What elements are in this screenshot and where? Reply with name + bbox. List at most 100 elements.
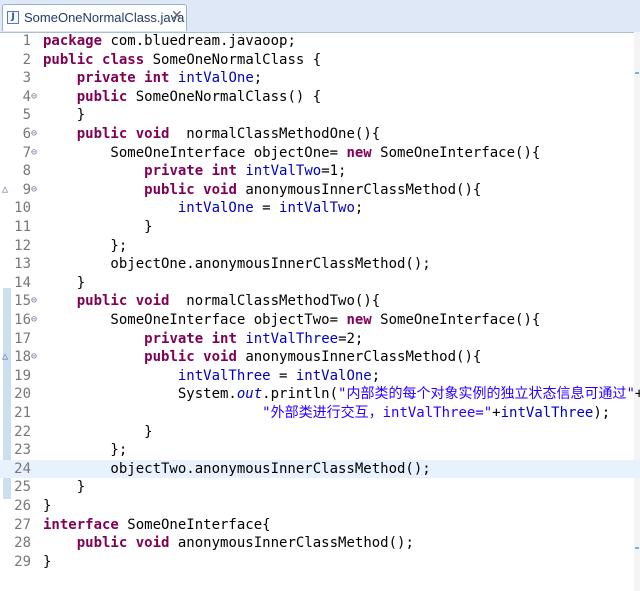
code-line[interactable]: 1 package com.bluedream.javaoop; xyxy=(0,32,640,51)
close-icon[interactable]: ✕ xyxy=(171,8,183,24)
code-line[interactable]: 8 private int intValTwo=1; xyxy=(0,162,640,181)
code-line[interactable]: 3 private int intValOne; xyxy=(0,69,640,88)
code-line[interactable]: 13 objectOne.anonymousInnerClassMethod()… xyxy=(0,255,640,274)
code-text: } xyxy=(43,423,153,442)
fold-toggle-icon[interactable]: ⊖ xyxy=(31,146,37,160)
code-line[interactable]: 11 } xyxy=(0,218,640,237)
code-token: SomeOneInterface objectTwo= xyxy=(43,312,347,328)
code-token: } xyxy=(43,219,153,235)
fold-toggle-icon[interactable]: ⊖ xyxy=(31,90,37,104)
code-token: normalClassMethodTwo(){ xyxy=(169,293,381,310)
code-line[interactable]: 27 interface SomeOneInterface{ xyxy=(0,516,640,535)
code-line[interactable]: 4 ⊖ public SomeOneNormalClass() { xyxy=(0,88,640,107)
code-token: } xyxy=(43,479,86,496)
field-token: intValThree xyxy=(500,405,594,421)
keyword-token: package xyxy=(43,33,103,49)
code-token: } xyxy=(43,498,52,514)
fold-toggle-icon[interactable]: ⊖ xyxy=(31,183,37,197)
code-line[interactable]: 22 } xyxy=(0,423,640,442)
code-line[interactable]: 18 ⊖ △ public void anonymousInnerClassMeth… xyxy=(0,348,640,367)
code-token: } xyxy=(43,274,86,291)
code-line[interactable]: 26} xyxy=(0,497,640,516)
code-line[interactable]: 2 public class SomeOneNormalClass { xyxy=(0,51,640,70)
fold-toggle-icon[interactable]: ⊖ xyxy=(31,127,37,141)
code-line[interactable]: 14 } xyxy=(0,274,640,293)
code-text: } xyxy=(43,553,51,572)
code-line[interactable]: 20 System.out.println("内部类的每个对象实例的独立状态信息… xyxy=(0,385,640,404)
code-token: } xyxy=(43,107,86,124)
code-token: .println( xyxy=(262,386,339,403)
fold-toggle-icon[interactable]: ⊖ xyxy=(31,313,37,327)
code-line[interactable]: 29} xyxy=(0,553,640,572)
code-token: + xyxy=(634,386,640,403)
field-token: intValOne xyxy=(177,70,254,87)
line-number: 11 xyxy=(14,219,31,235)
line-number: 6 xyxy=(22,126,31,142)
code-token: objectOne.anonymousInnerClassMethod(); xyxy=(43,256,431,273)
code-text: objectOne.anonymousInnerClassMethod(); xyxy=(43,255,431,274)
fold-toggle-icon[interactable]: ⊖ xyxy=(31,294,37,308)
override-marker-icon[interactable]: △ xyxy=(2,350,8,364)
code-token: SomeOneInterface{ xyxy=(118,516,271,533)
keyword-token: public xyxy=(144,349,195,366)
code-token: = xyxy=(253,200,280,217)
code-line[interactable]: 23 }; xyxy=(0,441,640,460)
line-number: 4 xyxy=(22,88,31,105)
code-line[interactable]: 9 ⊖ △ public void anonymousInnerClassMetho… xyxy=(0,181,640,200)
keyword-token: public xyxy=(76,88,128,105)
code-line[interactable]: 7 ⊖ SomeOneInterface objectOne= new SomeO… xyxy=(0,144,640,163)
code-text: "外部类进行交互，intValThree="+intValThree); xyxy=(43,404,610,423)
code-editor[interactable]: 1 package com.bluedream.javaoop; 2 public c… xyxy=(0,32,640,591)
string-token: "外部类进行交互，intValThree=" xyxy=(262,405,493,421)
line-number: 26 xyxy=(14,498,31,514)
code-line[interactable]: 24 objectTwo.anonymousInnerClassMethod()… xyxy=(0,459,640,479)
line-number: 13 xyxy=(14,256,31,273)
line-number: 12 xyxy=(14,237,31,254)
code-token: SomeOneNormalClass { xyxy=(144,51,322,68)
override-marker-icon[interactable]: △ xyxy=(2,183,8,197)
keyword-token: new xyxy=(346,144,372,161)
code-token: SomeOneNormalClass() { xyxy=(127,88,322,105)
code-line[interactable]: 21 "外部类进行交互，intValThree="+intValThree); xyxy=(0,404,640,423)
code-token: normalClassMethodOne(){ xyxy=(169,126,381,142)
keyword-token: public xyxy=(76,126,128,142)
fold-toggle-icon[interactable]: ⊖ xyxy=(31,350,37,364)
line-number: 24 xyxy=(14,460,31,477)
code-text: interface SomeOneInterface{ xyxy=(43,516,271,535)
code-line[interactable]: 12 }; xyxy=(0,237,640,256)
code-token: ; xyxy=(354,200,364,217)
code-line[interactable]: 19 intValThree = intValOne; xyxy=(0,367,640,386)
code-text: SomeOneInterface objectOne= new SomeOneI… xyxy=(43,144,540,163)
code-line[interactable]: 28 public void anonymousInnerClassMethod… xyxy=(0,534,640,553)
code-token: } xyxy=(43,423,153,440)
line-number: 17 xyxy=(14,330,31,347)
code-token: SomeOneInterface(){ xyxy=(371,144,541,161)
line-number: 2 xyxy=(22,51,31,68)
line-number: 5 xyxy=(22,107,31,124)
code-line[interactable]: 5 } xyxy=(0,106,640,125)
code-line[interactable]: 17 private int intValThree=2; xyxy=(0,330,640,349)
keyword-token: int xyxy=(144,70,170,87)
keyword-token: public xyxy=(43,51,94,68)
tab-title: SomeOneNormalClass.java xyxy=(24,10,185,25)
code-line[interactable]: 10 intValOne = intValTwo; xyxy=(0,199,640,218)
code-line[interactable]: 6 ⊖ public void normalClassMethodOne(){ xyxy=(0,125,640,144)
code-line[interactable]: 15 ⊖ public void normalClassMethodTwo(){ xyxy=(0,292,640,311)
code-text: private int intValThree=2; xyxy=(43,330,363,349)
code-line[interactable]: 25 } xyxy=(0,478,640,497)
code-token: anonymousInnerClassMethod(); xyxy=(169,535,414,552)
code-line[interactable]: 16 ⊖ SomeOneInterface objectTwo= new Some… xyxy=(0,311,640,330)
editor-tab[interactable]: J SomeOneNormalClass.java ✕ xyxy=(2,4,187,31)
